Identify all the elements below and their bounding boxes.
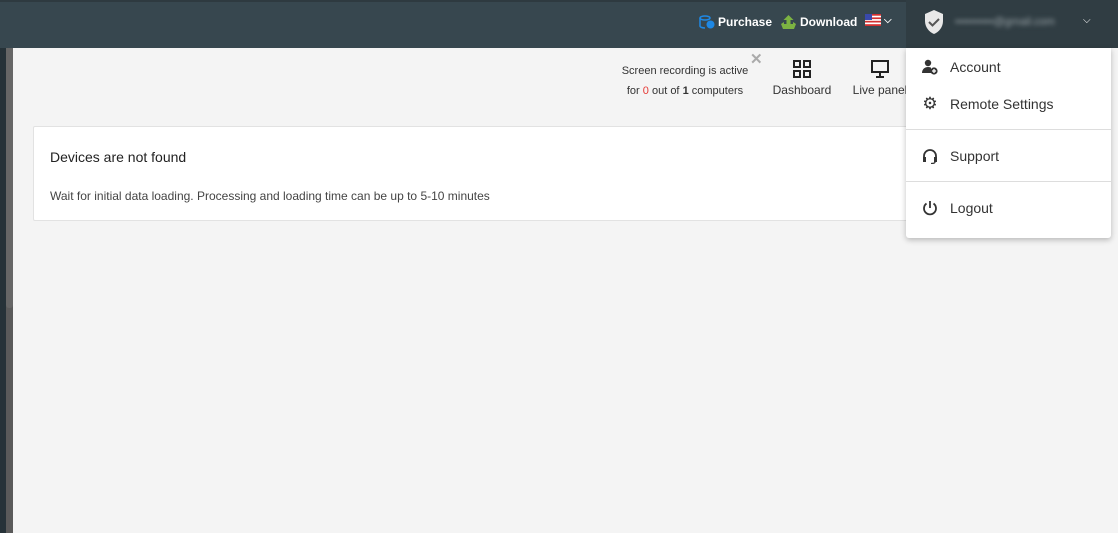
- scrollbar[interactable]: [6, 48, 13, 533]
- card-title: Devices are not found: [50, 149, 187, 165]
- account-add-icon: [922, 59, 938, 75]
- user-email: ••••••••••@gmail.com: [955, 16, 1055, 28]
- recording-status: Screen recording is active for 0 out of …: [621, 65, 749, 97]
- card-message: Wait for initial data loading. Processin…: [50, 189, 490, 203]
- monitor-icon: [871, 60, 889, 78]
- chevron-down-icon: ⌵: [884, 14, 892, 26]
- language-select[interactable]: ⌵: [865, 14, 892, 26]
- empty-state-card: Devices are not found Wait for initial d…: [33, 126, 933, 221]
- purchase-link[interactable]: Purchase: [699, 15, 772, 29]
- shield-check-icon: [925, 10, 943, 34]
- coins-icon: [699, 15, 715, 29]
- gear-icon: ⚙: [922, 93, 938, 113]
- live-panel-button[interactable]: Live panel: [850, 60, 910, 97]
- chevron-down-icon[interactable]: ⌵: [1083, 15, 1091, 26]
- power-icon: [923, 200, 937, 215]
- divider: [906, 181, 1111, 182]
- us-flag-icon: [865, 14, 881, 26]
- download-link[interactable]: Download: [780, 15, 857, 29]
- headset-icon: [923, 148, 937, 164]
- dashboard-button[interactable]: Dashboard: [770, 60, 834, 97]
- user-dropdown-menu: Account ⚙ Remote Settings Support Logout: [906, 48, 1111, 238]
- menu-item-logout[interactable]: Logout: [906, 189, 1111, 226]
- grid-icon: [793, 60, 811, 78]
- download-icon: [781, 15, 796, 29]
- menu-item-account[interactable]: Account: [906, 48, 1111, 85]
- close-icon[interactable]: ✕: [750, 50, 763, 68]
- menu-item-support[interactable]: Support: [906, 137, 1111, 174]
- menu-item-remote-settings[interactable]: ⚙ Remote Settings: [906, 85, 1111, 122]
- divider: [906, 129, 1111, 130]
